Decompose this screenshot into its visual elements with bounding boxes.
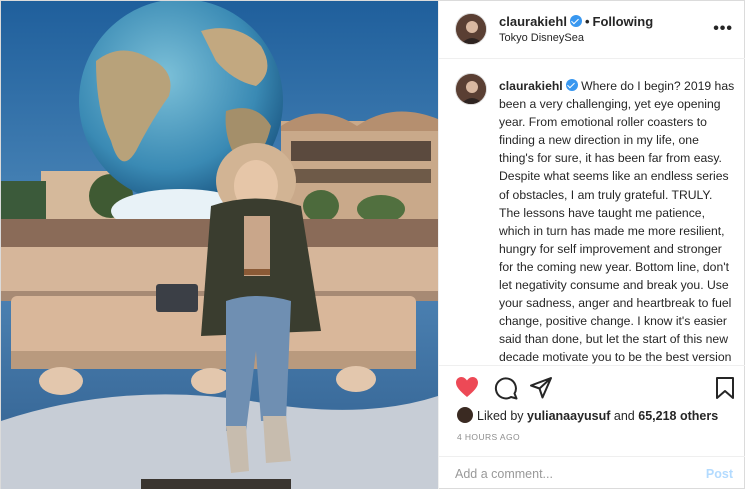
liker-username[interactable]: yulianaayusuf <box>527 409 610 423</box>
following-button[interactable]: Following <box>593 14 654 29</box>
author-username[interactable]: claurakiehl <box>499 14 567 29</box>
caption-author-avatar[interactable] <box>455 73 487 105</box>
heart-filled-icon[interactable] <box>455 376 479 403</box>
post-photo[interactable] <box>1 1 438 489</box>
share-icon[interactable] <box>529 376 553 405</box>
comments-area: claurakiehl Where do I begin? 2019 has b… <box>439 59 745 365</box>
author-avatar[interactable] <box>455 13 487 45</box>
comment-icon[interactable] <box>494 376 518 405</box>
post-timestamp[interactable]: 4 HOURS AGO <box>457 432 520 442</box>
likes-conjunction: and <box>613 409 635 423</box>
add-comment-bar: Post <box>439 456 745 489</box>
likes-summary: Liked by yulianaayusuf and 65,218 others <box>457 407 718 423</box>
verified-badge-icon <box>569 15 582 27</box>
location-link[interactable]: Tokyo DisneySea <box>499 32 584 44</box>
action-bar: Liked by yulianaayusuf and 65,218 others… <box>439 365 745 489</box>
caption-username[interactable]: claurakiehl <box>499 79 563 93</box>
liker-avatar[interactable] <box>457 407 473 423</box>
bookmark-icon[interactable] <box>715 376 735 405</box>
header-user-line: claurakiehl • Following <box>499 14 653 29</box>
likes-count-link[interactable]: 65,218 others <box>638 409 718 423</box>
comment-input[interactable] <box>455 465 685 483</box>
more-horizontal-icon[interactable]: ••• <box>713 20 733 38</box>
post-header: claurakiehl • Following Tokyo DisneySea ••… <box>439 1 745 59</box>
verified-badge-icon <box>565 79 578 91</box>
post-caption: claurakiehl Where do I begin? 2019 has b… <box>499 77 735 365</box>
post-comment-button[interactable]: Post <box>706 467 733 481</box>
caption-text: Where do I begin? 2019 has been a very c… <box>499 79 735 365</box>
instagram-post: claurakiehl • Following Tokyo DisneySea ••… <box>0 0 745 489</box>
likes-prefix: Liked by <box>477 409 524 423</box>
post-sidebar: claurakiehl • Following Tokyo DisneySea ••… <box>438 1 745 489</box>
separator-dot: • <box>584 14 590 29</box>
